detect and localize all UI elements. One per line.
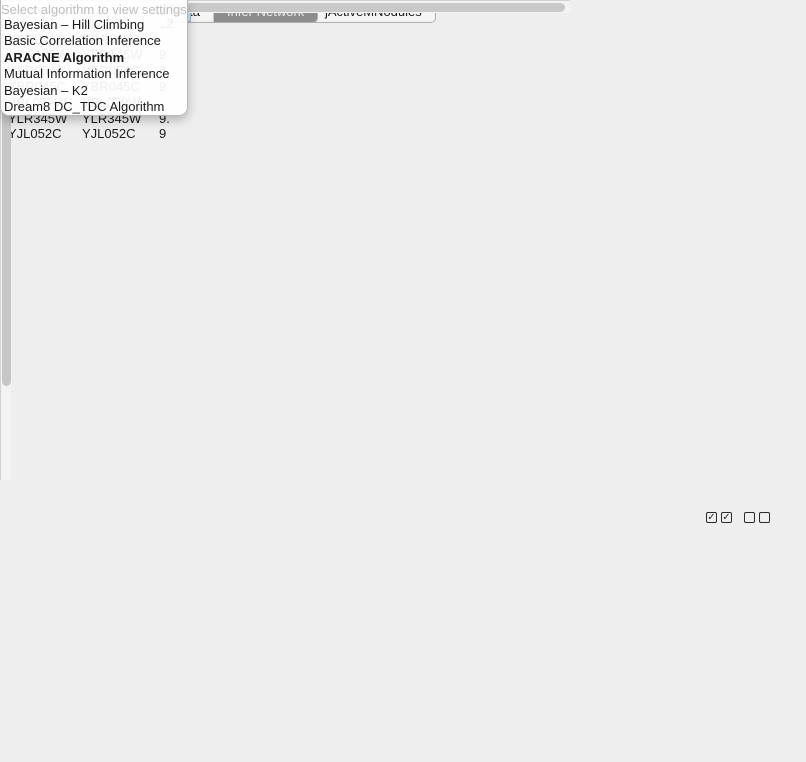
select-all-checkbox-icon[interactable]: ✓ xyxy=(706,512,717,523)
algorithm-dropdown-popup: Select algorithm to view settings Bayesi… xyxy=(0,0,188,116)
algorithm-option[interactable]: Bayesian – K2 xyxy=(1,83,187,99)
algorithm-option[interactable]: Mutual Information Inference xyxy=(1,66,187,82)
algorithm-dropdown-list: Bayesian – Hill ClimbingBasic Correlatio… xyxy=(1,17,187,115)
table-row[interactable]: YJL052CYJL052C9 xyxy=(0,126,191,142)
algorithm-option[interactable]: Basic Correlation Inference xyxy=(1,33,187,49)
deselect-all-checkbox-icon[interactable] xyxy=(759,512,770,523)
table-cell: 9 xyxy=(151,126,191,142)
algorithm-dropdown-placeholder: Select algorithm to view settings xyxy=(1,0,187,17)
algorithm-option[interactable]: ARACNE Algorithm xyxy=(1,50,187,66)
table-cell: YJL052C xyxy=(0,126,74,142)
deselect-all-checkbox-icon[interactable] xyxy=(744,512,755,523)
algorithm-option[interactable]: Dream8 DC_TDC Algorithm xyxy=(1,99,187,115)
select-all-checkbox-icon[interactable]: ✓ xyxy=(721,512,732,523)
table-cell: YJL052C xyxy=(74,126,151,142)
algorithm-option[interactable]: Bayesian – Hill Climbing xyxy=(1,17,187,33)
